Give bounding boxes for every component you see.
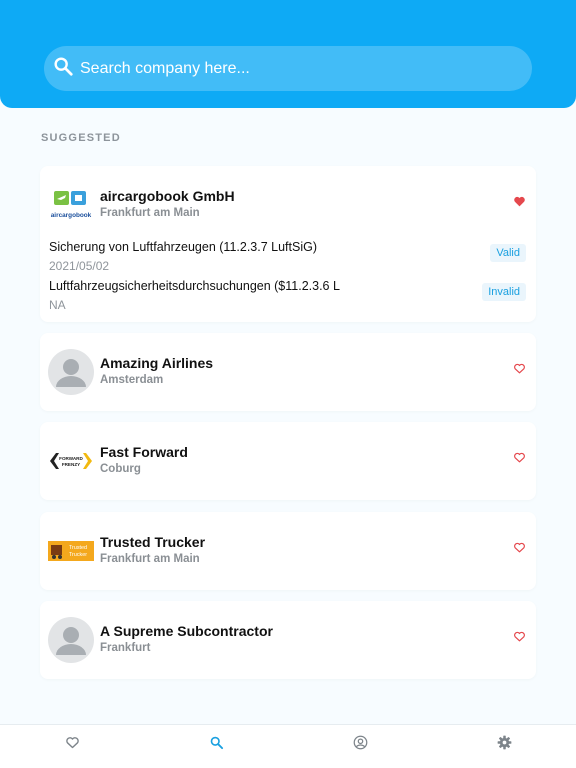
aircargobook-logo-text: aircargobook [51, 212, 92, 219]
tab-search[interactable] [207, 736, 225, 754]
gear-icon [497, 735, 512, 755]
company-name: Fast Forward [100, 444, 188, 460]
avatar-placeholder-icon [48, 349, 94, 395]
company-city: Coburg [100, 463, 141, 475]
avatar-placeholder-icon [48, 617, 94, 663]
search-bar[interactable] [44, 46, 532, 91]
svg-text:Trusted: Trusted [69, 545, 87, 551]
tab-settings[interactable] [495, 735, 513, 755]
trusted-trucker-logo: Trusted Trucker [48, 528, 94, 574]
company-card[interactable]: Trusted Trucker Trusted Trucker Frankfur… [40, 512, 536, 590]
certificate-title: Sicherung von Luftfahrzeugen (11.2.3.7 L… [49, 240, 317, 254]
bottom-tab-bar [0, 724, 576, 768]
tab-favorites[interactable] [63, 736, 81, 754]
svg-text:FORWARD: FORWARD [59, 456, 83, 461]
company-card[interactable]: A Supreme Subcontractor Frankfurt [40, 601, 536, 679]
aircargobook-logo: aircargobook [48, 182, 94, 228]
search-input[interactable] [80, 59, 480, 78]
certificate-row: Sicherung von Luftfahrzeugen (11.2.3.7 L… [40, 236, 536, 275]
favorite-heart-icon[interactable] [513, 195, 526, 208]
header-bar [0, 0, 576, 108]
company-card[interactable]: FORWARD FRENZY Fast Forward Coburg [40, 422, 536, 500]
fast-forward-logo: FORWARD FRENZY [48, 438, 94, 484]
svg-text:Trucker: Trucker [69, 552, 87, 558]
svg-text:FRENZY: FRENZY [62, 462, 80, 467]
company-city: Frankfurt am Main [100, 553, 200, 565]
company-card[interactable]: Amazing Airlines Amsterdam [40, 333, 536, 411]
user-circle-icon [353, 735, 368, 755]
company-name: A Supreme Subcontractor [100, 623, 273, 639]
tab-profile[interactable] [351, 735, 369, 755]
favorite-heart-outline-icon[interactable] [513, 630, 526, 643]
company-city: Frankfurt [100, 642, 151, 654]
certificate-date: 2021/05/02 [49, 259, 110, 273]
heart-icon [65, 735, 80, 755]
search-icon [209, 735, 224, 755]
company-city: Frankfurt am Main [100, 207, 200, 219]
section-label: SUGGESTED [41, 132, 121, 144]
favorite-heart-outline-icon[interactable] [513, 541, 526, 554]
company-name: Trusted Trucker [100, 534, 206, 550]
status-badge: Valid [490, 244, 526, 262]
company-name: aircargobook GmbH [100, 188, 235, 204]
certificate-title: Luftfahrzeugsicherheitsdurchsuchungen ($… [49, 279, 340, 293]
certificate-row: Luftfahrzeugsicherheitsdurchsuchungen ($… [40, 275, 536, 314]
favorite-heart-outline-icon[interactable] [513, 451, 526, 464]
certificate-date: NA [49, 298, 66, 312]
company-card[interactable]: aircargobook aircargobook GmbH Frankfurt… [40, 166, 536, 322]
company-name: Amazing Airlines [100, 355, 214, 371]
company-city: Amsterdam [100, 374, 164, 386]
search-icon [52, 55, 80, 82]
status-badge: Invalid [482, 283, 526, 301]
favorite-heart-outline-icon[interactable] [513, 362, 526, 375]
